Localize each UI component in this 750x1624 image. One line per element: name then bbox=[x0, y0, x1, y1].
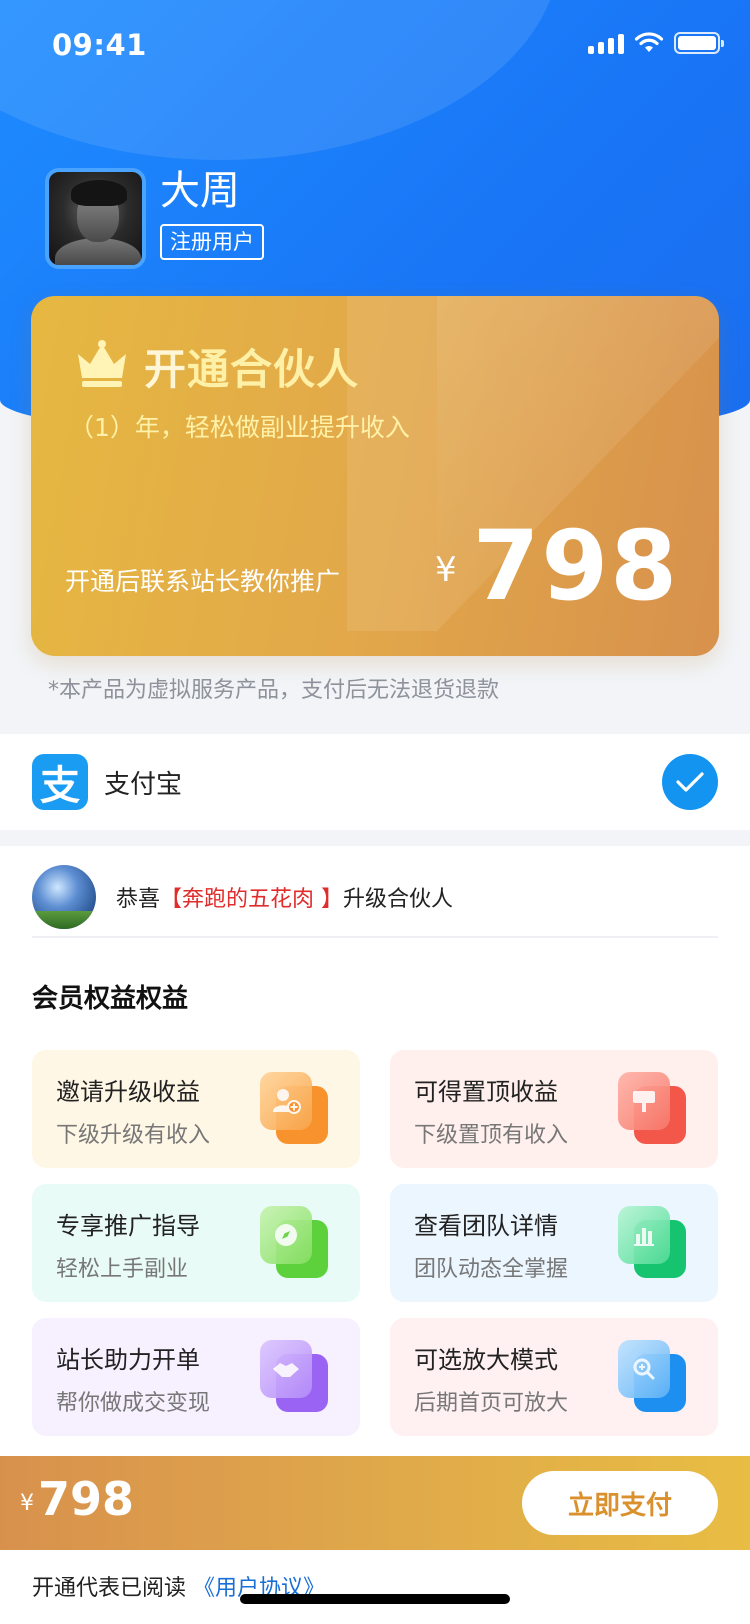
benefits-panel: 恭喜【奔跑的五花肉 】升级合伙人 会员权益权益 邀请升级收益 下级升级有收入 可… bbox=[0, 846, 750, 1456]
refund-disclaimer: *本产品为虚拟服务产品，支付后无法退货退款 bbox=[48, 678, 500, 703]
checkout-price: ¥ 798 bbox=[20, 1472, 134, 1526]
status-icons bbox=[588, 32, 724, 54]
selected-check-icon[interactable] bbox=[662, 754, 718, 810]
handshake-icon bbox=[260, 1340, 328, 1412]
user-name: 大周 bbox=[160, 168, 240, 214]
benefit-card[interactable]: 邀请升级收益 下级升级有收入 bbox=[32, 1050, 360, 1168]
benefits-grid: 邀请升级收益 下级升级有收入 可得置顶收益 下级置顶有收入 专享推广指导 轻松上… bbox=[32, 1050, 718, 1436]
announcement-avatar bbox=[32, 865, 96, 929]
pin-top-icon bbox=[618, 1072, 686, 1144]
alipay-icon: 支 bbox=[32, 754, 88, 810]
cellular-signal-icon bbox=[588, 32, 624, 54]
user-status-badge: 注册用户 bbox=[160, 224, 264, 260]
benefit-card[interactable]: 站长助力开单 帮你做成交变现 bbox=[32, 1318, 360, 1436]
plan-price: ¥ 798 bbox=[435, 516, 679, 616]
status-time: 09:41 bbox=[52, 28, 147, 62]
payment-method-alipay[interactable]: 支 支付宝 bbox=[0, 734, 750, 830]
pay-now-button[interactable]: 立即支付 bbox=[522, 1471, 718, 1535]
price-amount: 798 bbox=[472, 510, 679, 622]
benefit-card[interactable]: 专享推广指导 轻松上手副业 bbox=[32, 1184, 360, 1302]
plan-title: 开通合伙人 bbox=[144, 345, 360, 394]
team-chart-icon bbox=[618, 1206, 686, 1278]
add-user-icon bbox=[260, 1072, 328, 1144]
crown-icon bbox=[78, 340, 126, 387]
wifi-icon bbox=[634, 32, 664, 52]
benefit-card[interactable]: 可得置顶收益 下级置顶有收入 bbox=[390, 1050, 718, 1168]
benefit-card[interactable]: 查看团队详情 团队动态全掌握 bbox=[390, 1184, 718, 1302]
zoom-shield-icon bbox=[618, 1340, 686, 1412]
payment-method-label: 支付宝 bbox=[104, 769, 183, 800]
plan-subtitle: （1）年，轻松做副业提升收入 bbox=[69, 413, 410, 442]
home-indicator bbox=[240, 1594, 510, 1604]
checkout-bar: ¥ 798 立即支付 bbox=[0, 1456, 750, 1550]
benefits-title: 会员权益权益 bbox=[32, 984, 189, 1014]
avatar[interactable] bbox=[45, 168, 146, 269]
user-profile: 大周 注册用户 bbox=[45, 168, 264, 269]
benefit-card[interactable]: 可选放大模式 后期首页可放大 bbox=[390, 1318, 718, 1436]
agreement-bar: 开通代表已阅读 《用户协议》 bbox=[0, 1550, 750, 1624]
compass-icon bbox=[260, 1206, 328, 1278]
currency-symbol: ¥ bbox=[20, 1491, 34, 1516]
plan-note: 开通后联系站长教你推广 bbox=[65, 567, 341, 596]
price-amount: 798 bbox=[38, 1472, 135, 1526]
battery-icon bbox=[674, 32, 724, 54]
partner-plan-card: 开通合伙人 （1）年，轻松做副业提升收入 开通后联系站长教你推广 ¥ 798 bbox=[31, 296, 719, 656]
status-bar: 09:41 bbox=[0, 0, 750, 90]
announcement-text: 恭喜【奔跑的五花肉 】升级合伙人 bbox=[116, 887, 454, 912]
upgrade-announcement: 恭喜【奔跑的五花肉 】升级合伙人 bbox=[32, 858, 718, 938]
currency-symbol: ¥ bbox=[434, 550, 457, 590]
